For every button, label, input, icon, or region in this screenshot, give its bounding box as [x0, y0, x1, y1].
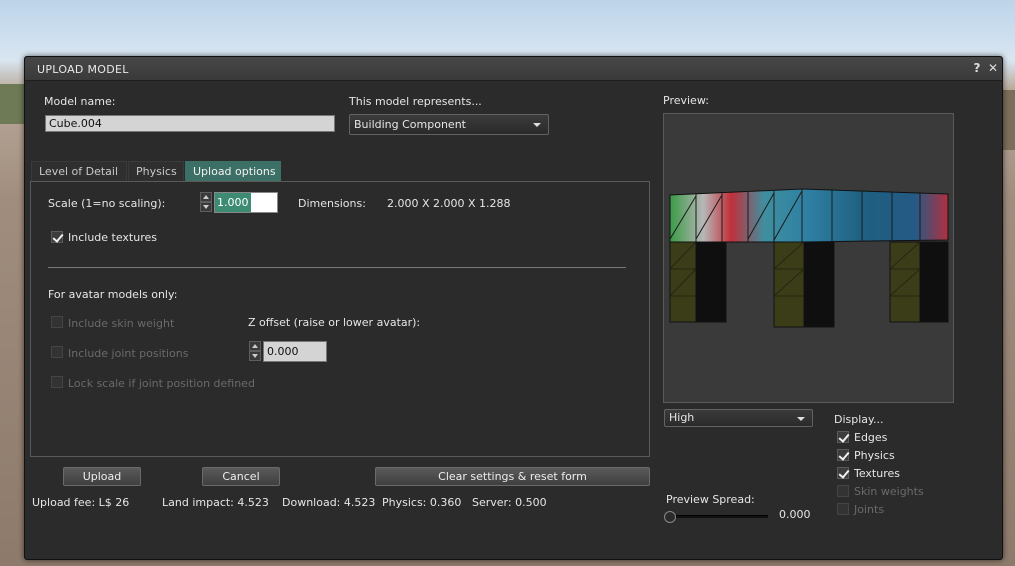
model-preview-render: [669, 188, 949, 328]
include-joint-positions-label: Include joint positions: [68, 347, 189, 360]
server-cost: Server: 0.500: [472, 496, 547, 509]
dimensions-label: Dimensions:: [298, 197, 366, 210]
chevron-down-icon: [797, 417, 805, 421]
textures-label: Textures: [854, 467, 900, 480]
separator: [48, 267, 626, 268]
cancel-button[interactable]: Cancel: [202, 467, 280, 486]
tab-level-of-detail[interactable]: Level of Detail: [31, 161, 127, 181]
dimensions-value: 2.000 X 2.000 X 1.288: [387, 197, 511, 210]
skin-weights-label: Skin weights: [854, 485, 924, 498]
z-offset-input[interactable]: 0.000: [263, 341, 327, 362]
model-name-field[interactable]: Cube.004: [45, 115, 335, 132]
preview-label: Preview:: [663, 94, 709, 107]
physics-label: Physics: [854, 449, 895, 462]
edges-checkbox[interactable]: [837, 431, 849, 443]
textures-checkbox[interactable]: [837, 467, 849, 479]
preview-spread-label: Preview Spread:: [666, 493, 755, 506]
world-background: [0, 84, 24, 124]
lock-scale-label: Lock scale if joint position defined: [68, 377, 255, 390]
preview-spread-value: 0.000: [779, 508, 811, 521]
upload-fee: Upload fee: L$ 26: [32, 496, 130, 509]
preview-spread-slider-track[interactable]: [668, 515, 768, 518]
upload-options-panel: Scale (1=no scaling): 1.000 Dimensions: …: [30, 181, 650, 457]
scale-input[interactable]: 1.000: [214, 192, 278, 213]
clear-settings-button[interactable]: Clear settings & reset form: [375, 467, 650, 486]
joints-checkbox[interactable]: [837, 503, 849, 515]
tab-physics[interactable]: Physics: [128, 161, 184, 181]
z-offset-label: Z offset (raise or lower avatar):: [248, 316, 421, 329]
include-skin-weight-label: Include skin weight: [68, 317, 175, 330]
help-button[interactable]: ?: [971, 61, 983, 75]
represents-selected: Building Component: [354, 118, 466, 131]
preview-spread-slider-thumb[interactable]: [664, 511, 676, 523]
scale-stepper[interactable]: [200, 192, 212, 213]
model-name-label: Model name:: [44, 95, 116, 108]
land-impact: Land impact: 4.523: [162, 496, 269, 509]
include-joint-positions-checkbox[interactable]: [51, 346, 63, 358]
scale-decrement-button[interactable]: [200, 202, 212, 212]
lock-scale-checkbox[interactable]: [51, 376, 63, 388]
model-preview[interactable]: [663, 113, 954, 403]
physics-checkbox[interactable]: [837, 449, 849, 461]
tab-upload-options[interactable]: Upload options: [185, 161, 281, 181]
upload-button[interactable]: Upload: [63, 467, 141, 486]
represents-label: This model represents...: [349, 95, 482, 108]
scale-value: 1.000: [215, 193, 251, 212]
chevron-down-icon: [533, 123, 541, 127]
lod-selected: High: [669, 411, 695, 424]
z-offset-decrement-button[interactable]: [249, 351, 261, 361]
physics-cost: Physics: 0.360: [382, 496, 462, 509]
skin-weights-checkbox[interactable]: [837, 485, 849, 497]
lod-dropdown[interactable]: High: [664, 409, 813, 427]
avatar-section-label: For avatar models only:: [48, 288, 178, 301]
scale-label: Scale (1=no scaling):: [48, 197, 166, 210]
close-icon[interactable]: ✕: [987, 61, 999, 75]
represents-dropdown[interactable]: Building Component: [349, 114, 549, 135]
title-bar[interactable]: UPLOAD MODEL ? ✕: [25, 57, 1002, 81]
display-label: Display...: [834, 413, 884, 426]
z-offset-increment-button[interactable]: [249, 341, 261, 351]
z-offset-stepper[interactable]: [249, 341, 261, 362]
download-cost: Download: 4.523: [282, 496, 376, 509]
upload-model-dialog: UPLOAD MODEL ? ✕ Model name: Cube.004 Th…: [24, 56, 1003, 560]
edges-label: Edges: [854, 431, 888, 444]
window-title: UPLOAD MODEL: [37, 63, 129, 76]
scale-increment-button[interactable]: [200, 192, 212, 202]
joints-label: Joints: [854, 503, 885, 516]
include-skin-weight-checkbox[interactable]: [51, 316, 63, 328]
world-background-right: [1001, 90, 1015, 150]
include-textures-checkbox[interactable]: [51, 231, 63, 243]
include-textures-label: Include textures: [68, 231, 157, 244]
